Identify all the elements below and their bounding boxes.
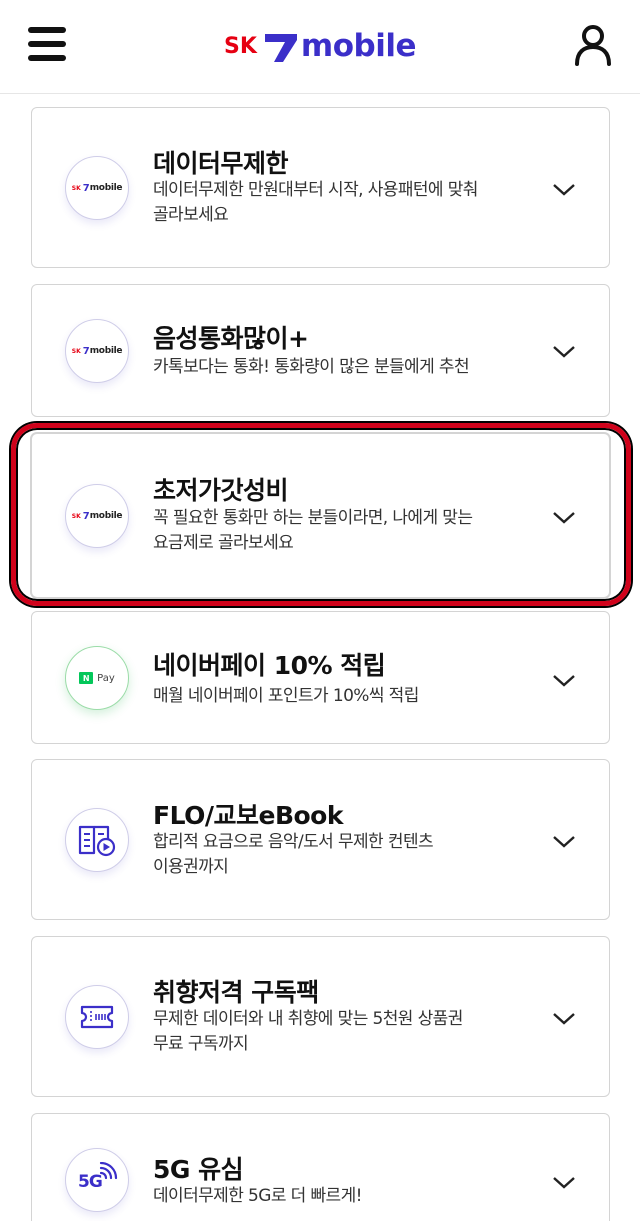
sk7mobile-logo-icon: SK 7 mobile bbox=[65, 484, 129, 548]
plan-card-subscription-pack[interactable]: 취향저격 구독팩 무제한 데이터와 내 취향에 맞는 5천원 상품권 무료 구독… bbox=[31, 936, 610, 1097]
plan-description: 데이터무제한 5G로 더 빠르게! bbox=[153, 1186, 362, 1206]
chevron-down-icon[interactable] bbox=[552, 183, 576, 197]
logo-mobile-text: mobile bbox=[300, 28, 417, 64]
plan-description: 데이터무제한 만원대부터 시작, 사용패턴에 맞춰 골라보세요 bbox=[153, 180, 478, 225]
sk7mobile-logo-icon: SK 7 mobile bbox=[65, 156, 129, 220]
sk7mobile-logo[interactable]: SK mobile bbox=[224, 26, 416, 66]
top-header: SK mobile bbox=[0, 0, 640, 94]
plan-description: 무제한 데이터와 내 취향에 맞는 5천원 상품권 무료 구독까지 bbox=[153, 1009, 463, 1054]
book-music-icon bbox=[65, 808, 129, 872]
plan-card-5g-usim[interactable]: 5G 5G 유심 데이터무제한 5G로 더 빠르게! bbox=[31, 1113, 610, 1221]
chevron-down-icon[interactable] bbox=[552, 1176, 576, 1190]
chevron-down-icon[interactable] bbox=[552, 345, 576, 359]
5g-icon-label: 5G bbox=[78, 1172, 103, 1192]
5g-icon: 5G bbox=[65, 1148, 129, 1212]
sk7mobile-logo-icon: SK 7 mobile bbox=[65, 319, 129, 383]
plan-title: 취향저격 구독팩 bbox=[153, 978, 319, 1007]
ticket-icon bbox=[65, 985, 129, 1049]
plan-title: 초저가갓성비 bbox=[153, 476, 289, 505]
chevron-down-icon[interactable] bbox=[552, 674, 576, 688]
logo-sk-text: SK bbox=[224, 33, 257, 59]
chevron-down-icon[interactable] bbox=[552, 511, 576, 525]
plan-title: 네이버페이 10% 적립 bbox=[153, 651, 386, 680]
naver-pay-icon: N Pay bbox=[65, 646, 129, 710]
plan-description: 꼭 필요한 통화만 하는 분들이라면, 나에게 맞는 요금제로 골라보세요 bbox=[153, 508, 473, 553]
chevron-down-icon[interactable] bbox=[552, 835, 576, 849]
plan-description: 매월 네이버페이 포인트가 10%씩 적립 bbox=[153, 686, 419, 706]
plan-title: 5G 유심 bbox=[153, 1155, 244, 1184]
logo-seven-icon bbox=[264, 34, 297, 62]
plan-title: 음성통화많이+ bbox=[153, 324, 309, 353]
plan-card-naver-pay[interactable]: N Pay 네이버페이 10% 적립 매월 네이버페이 포인트가 10%씩 적립 bbox=[31, 611, 610, 744]
chevron-down-icon[interactable] bbox=[552, 1012, 576, 1026]
plan-card-low-cost[interactable]: SK 7 mobile 초저가갓성비 꼭 필요한 통화만 하는 분들이라면, 나에게… bbox=[31, 433, 610, 598]
user-profile-icon[interactable] bbox=[574, 24, 612, 66]
plan-card-unlimited-data[interactable]: SK 7 mobile 데이터무제한 데이터무제한 만원대부터 시작, 사용패턴에 … bbox=[31, 107, 610, 268]
plan-description: 합리적 요금으로 음악/도서 무제한 컨텐츠 이용권까지 bbox=[153, 832, 434, 877]
plan-title: FLO/교보eBook bbox=[153, 801, 344, 830]
plan-card-flo-kyobo[interactable]: FLO/교보eBook 합리적 요금으로 음악/도서 무제한 컨텐츠 이용권까지 bbox=[31, 759, 610, 920]
hamburger-menu-icon[interactable] bbox=[28, 27, 66, 61]
plan-card-voice-calls[interactable]: SK 7 mobile 음성통화많이+ 카톡보다는 통화! 통화량이 많은 분들에게… bbox=[31, 284, 610, 417]
plan-title: 데이터무제한 bbox=[153, 149, 289, 178]
plan-description: 카톡보다는 통화! 통화량이 많은 분들에게 추천 bbox=[153, 357, 470, 377]
